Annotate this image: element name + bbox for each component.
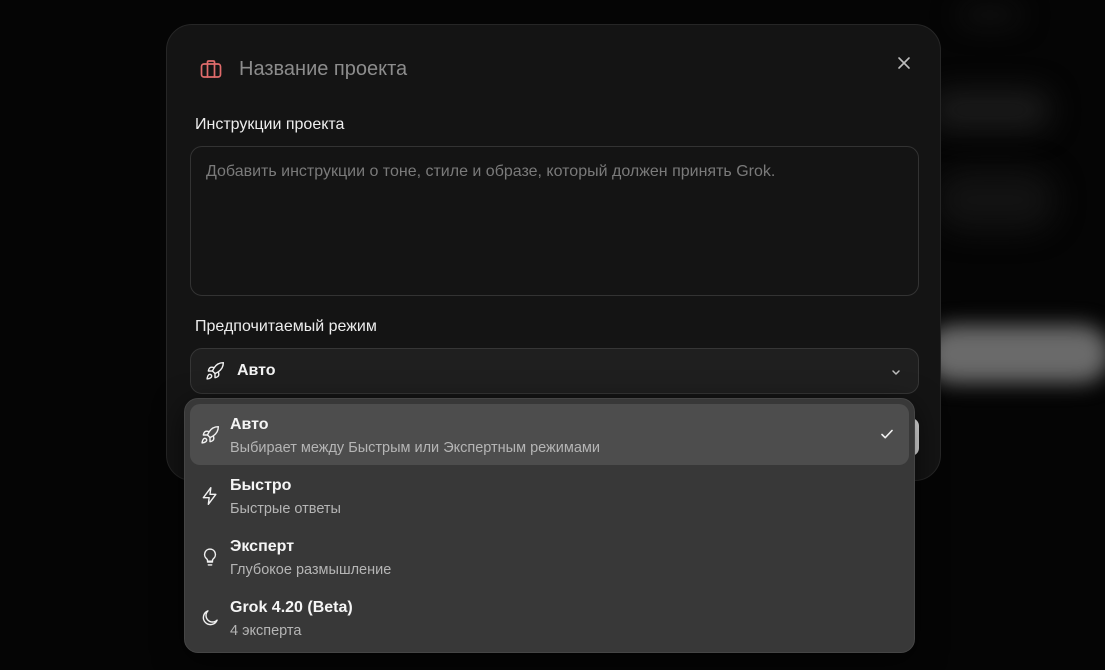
mode-select[interactable]: Авто — [190, 348, 919, 394]
mode-option-grok-beta[interactable]: Grok 4.20 (Beta) 4 эксперта — [190, 587, 909, 648]
rocket-icon — [206, 361, 225, 380]
close-button[interactable] — [892, 51, 916, 75]
instructions-input[interactable] — [190, 146, 919, 296]
lightning-icon — [202, 486, 217, 506]
option-description: Выбирает между Быстрым или Экспертным ре… — [230, 440, 600, 456]
option-description: 4 эксперта — [230, 623, 302, 639]
option-title: Эксперт — [230, 538, 295, 555]
project-title[interactable]: Название проекта — [239, 58, 407, 81]
mode-option-fast[interactable]: Быстро Быстрые ответы — [190, 465, 909, 526]
background-blur — [930, 90, 1050, 130]
option-description: Быстрые ответы — [230, 501, 341, 517]
checkmark-icon — [881, 429, 893, 439]
briefcase-icon — [199, 57, 223, 81]
option-description: Глубокое размышление — [230, 562, 392, 578]
background-blur — [935, 170, 1055, 230]
mode-label: Предпочитаемый режим — [195, 318, 377, 335]
mode-dropdown-menu: Авто Выбирает между Быстрым или Экспертн… — [184, 398, 915, 653]
mode-option-auto[interactable]: Авто Выбирает между Быстрым или Экспертн… — [190, 404, 909, 465]
moon-icon — [202, 610, 218, 626]
mode-option-expert[interactable]: Эксперт Глубокое размышление — [190, 526, 909, 587]
option-title: Grok 4.20 (Beta) — [230, 599, 353, 616]
background-blur — [925, 325, 1105, 383]
lightbulb-icon — [203, 548, 217, 566]
option-title: Быстро — [230, 477, 292, 494]
close-icon — [898, 57, 910, 69]
mode-select-value: Авто — [237, 362, 276, 379]
chevron-down-icon — [892, 370, 900, 375]
rocket-icon — [201, 425, 220, 444]
modal-header: Название проекта — [199, 57, 407, 81]
instructions-label: Инструкции проекта — [195, 116, 345, 133]
option-title: Авто — [230, 416, 269, 433]
background-blur — [960, 8, 1020, 22]
